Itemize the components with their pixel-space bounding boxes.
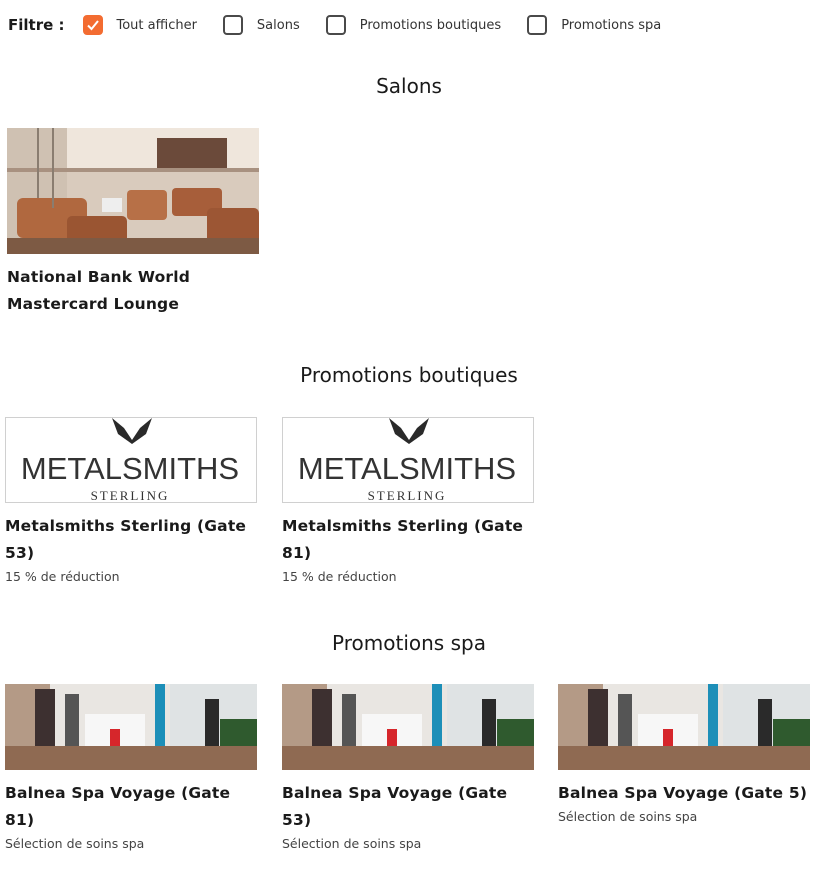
card-subtitle: 15 % de réduction (5, 569, 120, 584)
checkbox-icon[interactable] (325, 15, 346, 35)
section-title-boutiques: Promotions boutiques (300, 363, 518, 387)
card-boutique[interactable]: METALSMITHS STERLING Metalsmiths Sterlin… (5, 417, 258, 586)
filter-option-label[interactable]: Salons (257, 18, 300, 33)
filter-option-salons[interactable]: Salons (222, 15, 300, 35)
metalsmiths-logo-image[interactable]: METALSMITHS STERLING (5, 417, 257, 503)
filter-option-label[interactable]: Promotions boutiques (360, 18, 501, 33)
logo-text: METALSMITHS (21, 451, 239, 486)
card-title[interactable]: Balnea Spa Voyage (Gate 81) (5, 780, 258, 834)
card-subtitle: Sélection de soins spa (5, 836, 145, 851)
filter-label: Filtre : (8, 16, 65, 34)
checkbox-checked-icon[interactable] (82, 15, 103, 35)
filter-option-spa[interactable]: Promotions spa (527, 15, 661, 35)
section-title-salons: Salons (376, 74, 442, 98)
card-spa[interactable]: Balnea Spa Voyage (Gate 53) Sélection de… (282, 684, 535, 853)
card-title[interactable]: Balnea Spa Voyage (Gate 53) (282, 780, 535, 834)
card-title[interactable]: National Bank World Mastercard Lounge (7, 264, 260, 318)
spa-image[interactable] (282, 684, 534, 770)
logo-subtext: STERLING (91, 488, 170, 503)
section-title-spa: Promotions spa (332, 631, 486, 655)
filter-option-label[interactable]: Tout afficher (117, 18, 197, 33)
card-title[interactable]: Balnea Spa Voyage (Gate 5) (558, 780, 811, 807)
card-spa[interactable]: Balnea Spa Voyage (Gate 81) Sélection de… (5, 684, 258, 853)
filter-bar: Filtre : Tout afficher Salons Promotions… (8, 12, 687, 38)
logo-text: METALSMITHS (298, 451, 516, 486)
filter-option-boutiques[interactable]: Promotions boutiques (325, 15, 501, 35)
metalsmiths-logo-image[interactable]: METALSMITHS STERLING (282, 417, 534, 503)
spa-image[interactable] (558, 684, 810, 770)
logo-subtext: STERLING (368, 488, 447, 503)
checkbox-icon[interactable] (527, 15, 548, 35)
card-lounge[interactable]: National Bank World Mastercard Lounge (7, 128, 260, 318)
card-subtitle: Sélection de soins spa (558, 809, 698, 824)
filter-option-all[interactable]: Tout afficher (82, 15, 197, 35)
filter-option-label[interactable]: Promotions spa (561, 18, 661, 33)
card-subtitle: 15 % de réduction (282, 569, 397, 584)
lounge-image[interactable] (7, 128, 259, 254)
card-title[interactable]: Metalsmiths Sterling (Gate 53) (5, 513, 258, 567)
spa-image[interactable] (5, 684, 257, 770)
card-subtitle: Sélection de soins spa (282, 836, 422, 851)
card-boutique[interactable]: METALSMITHS STERLING Metalsmiths Sterlin… (282, 417, 535, 586)
checkbox-icon[interactable] (222, 15, 243, 35)
card-spa[interactable]: Balnea Spa Voyage (Gate 5) Sélection de … (558, 684, 811, 826)
card-title[interactable]: Metalsmiths Sterling (Gate 81) (282, 513, 535, 567)
